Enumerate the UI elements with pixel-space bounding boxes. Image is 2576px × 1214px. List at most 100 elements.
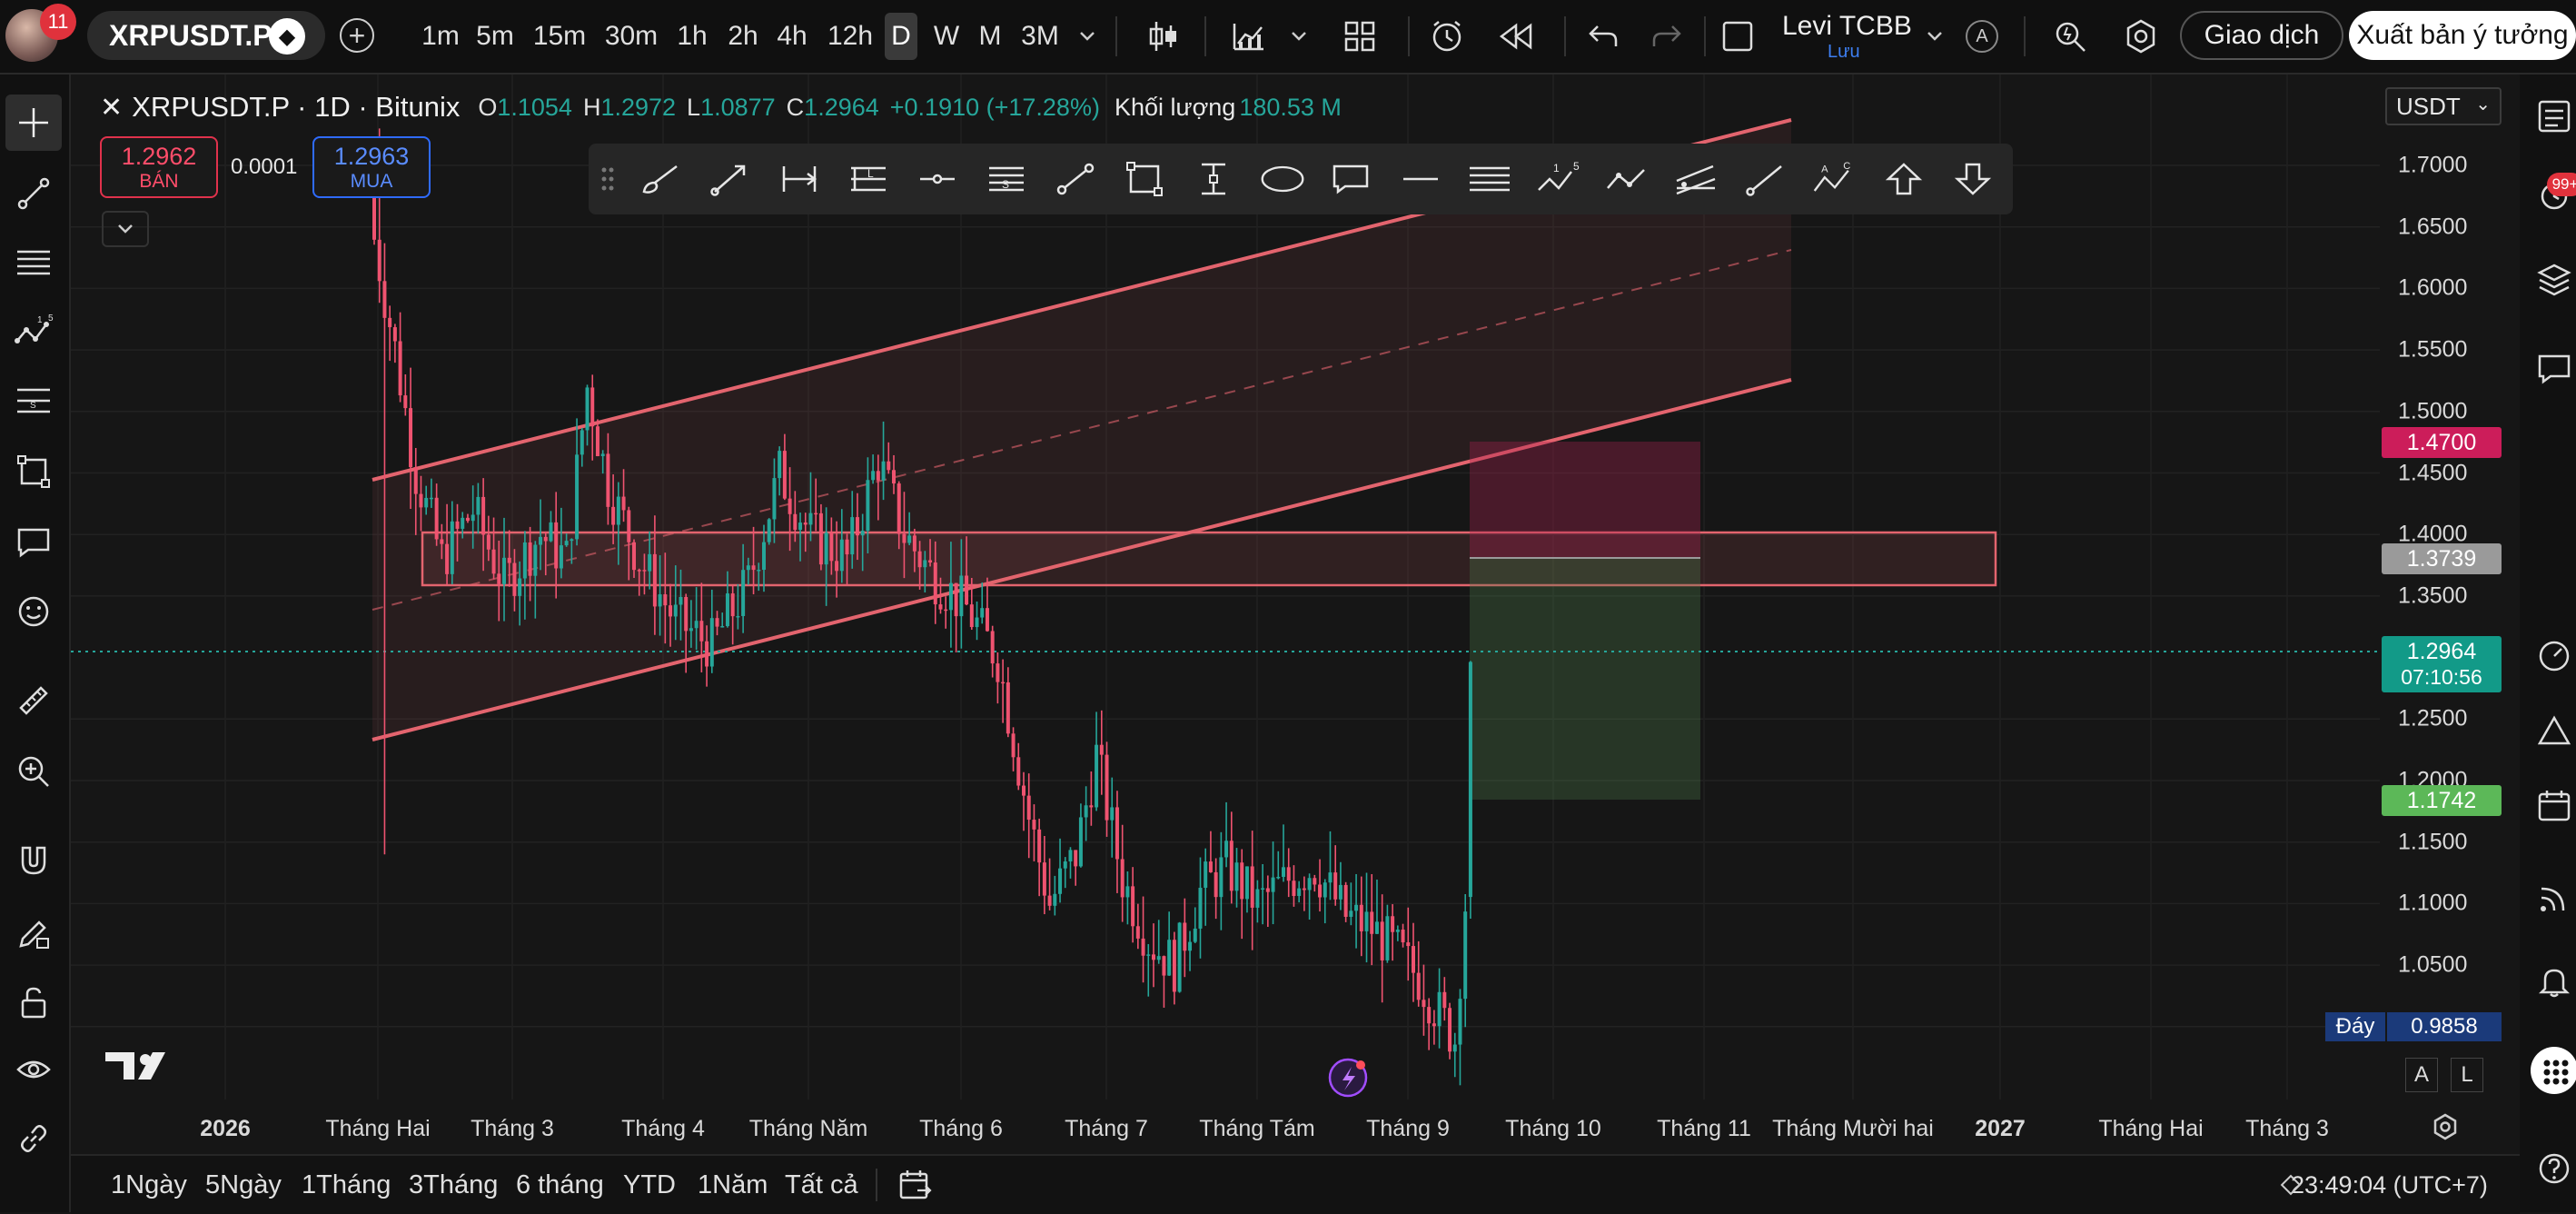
gauge-icon[interactable] — [2536, 638, 2572, 679]
currency-selector[interactable]: USDT ⌄ — [2385, 87, 2502, 125]
event-marker-icon[interactable] — [1328, 1058, 1368, 1098]
trend-line-icon[interactable] — [5, 165, 62, 222]
zoom-in-icon[interactable] — [5, 743, 62, 800]
publish-idea-button[interactable]: Xuất bản ý tưởng — [2349, 11, 2576, 60]
add-symbol-icon[interactable]: + — [340, 18, 374, 53]
trend-line-tool-icon[interactable] — [1052, 144, 1099, 214]
settings-gear-icon[interactable] — [2118, 0, 2164, 73]
help-icon[interactable] — [2536, 1150, 2572, 1191]
timezone-clock[interactable]: 23:49:04 (UTC+7) — [2291, 1156, 2488, 1214]
close-symbol-icon[interactable]: ✕ — [100, 92, 123, 124]
notification-badge[interactable]: 11 — [40, 4, 76, 40]
ruler-icon[interactable] — [5, 672, 62, 729]
buy-button[interactable]: 1.2963 MUA — [312, 136, 431, 198]
arrow-down-tool-icon[interactable] — [1949, 144, 1996, 214]
watchlist-icon[interactable] — [2536, 98, 2572, 139]
interval-2h[interactable]: 2h — [723, 13, 763, 60]
range-1d[interactable]: 1Ngày — [111, 1156, 187, 1214]
user-initial-avatar[interactable]: A — [1966, 20, 1998, 53]
forecast-icon[interactable]: S — [5, 373, 62, 429]
trade-button[interactable]: Giao dịch — [2180, 11, 2343, 60]
notifications-bell-icon[interactable] — [2536, 963, 2572, 1004]
layout-square-icon[interactable] — [1717, 0, 1759, 73]
rectangle-tool-icon[interactable] — [1121, 144, 1168, 214]
interval-15m[interactable]: 15m — [530, 13, 589, 60]
alert-clock-icon[interactable] — [1424, 0, 1470, 73]
path-tool-icon[interactable] — [1604, 144, 1651, 214]
brush-tool-icon[interactable] — [638, 144, 685, 214]
elliott-wave-tool-icon[interactable]: 15 — [1535, 144, 1582, 214]
chevron-down-icon[interactable] — [1072, 0, 1103, 73]
layout-name-button[interactable]: Levi TCBB Lưu — [1768, 9, 1922, 65]
range-ytd[interactable]: YTD — [623, 1156, 676, 1214]
interval-4h[interactable]: 4h — [772, 13, 812, 60]
sell-button[interactable]: 1.2962 BÁN — [100, 136, 218, 198]
chat-icon[interactable] — [2536, 351, 2572, 392]
chevron-down-icon[interactable] — [1920, 0, 1949, 73]
long-position-tool-icon[interactable]: L — [845, 144, 892, 214]
interval-m[interactable]: M — [972, 13, 1008, 60]
price-range-tool-icon[interactable] — [776, 144, 823, 214]
diamond-icon[interactable]: ◆ — [269, 18, 305, 55]
arrow-up-tool-icon[interactable] — [1880, 144, 1927, 214]
range-6m[interactable]: 6 tháng — [516, 1156, 604, 1214]
emoji-icon[interactable] — [5, 583, 62, 640]
stream-icon[interactable] — [2536, 880, 2572, 920]
ideas-icon[interactable] — [2536, 712, 2572, 753]
price-chart[interactable] — [71, 75, 2520, 1212]
resistance-zone-box[interactable] — [421, 531, 1997, 587]
abcd-pattern-tool-icon[interactable]: AC — [1811, 144, 1858, 214]
replay-icon[interactable] — [1493, 0, 1539, 73]
pencil-lock-icon[interactable] — [5, 905, 62, 961]
redo-icon[interactable] — [1644, 0, 1689, 73]
position-stop-zone[interactable] — [1470, 558, 1700, 800]
interval-1h[interactable]: 1h — [672, 13, 712, 60]
legend-title[interactable]: XRPUSDT.P · 1D · Bitunix — [132, 91, 460, 124]
crosshair-icon[interactable] — [5, 95, 62, 151]
link-icon[interactable] — [5, 1110, 62, 1167]
collapse-legend-button[interactable] — [102, 211, 149, 247]
callout-tool-icon[interactable] — [1328, 144, 1375, 214]
date-range-tool-icon[interactable] — [1190, 144, 1237, 214]
shapes-icon[interactable] — [5, 443, 62, 500]
interval-w[interactable]: W — [930, 13, 963, 60]
layers-icon[interactable] — [2536, 262, 2572, 303]
indicators-icon[interactable] — [1224, 0, 1273, 73]
range-1y[interactable]: 1Năm — [698, 1156, 768, 1214]
interval-30m[interactable]: 30m — [601, 13, 661, 60]
auto-scale-button[interactable]: A — [2405, 1058, 2438, 1092]
annotation-icon[interactable] — [5, 514, 62, 571]
interval-1m[interactable]: 1m — [418, 13, 463, 60]
range-3m[interactable]: 3Tháng — [409, 1156, 498, 1214]
magnet-icon[interactable] — [5, 832, 62, 889]
fib-tool-icon[interactable] — [5, 234, 62, 291]
lock-icon[interactable] — [5, 974, 62, 1030]
calendar-icon[interactable] — [2536, 787, 2572, 828]
fib-retracement-tool-icon[interactable]: S — [983, 144, 1030, 214]
chevron-down-icon[interactable] — [1284, 0, 1313, 73]
interval-12h[interactable]: 12h — [823, 13, 877, 60]
pitchfork-tool-icon[interactable] — [1673, 144, 1720, 214]
undo-icon[interactable] — [1580, 0, 1626, 73]
range-1m[interactable]: 1Tháng — [302, 1156, 391, 1214]
log-scale-button[interactable]: L — [2451, 1058, 2483, 1092]
candle-type-icon[interactable] — [1141, 0, 1186, 73]
eye-icon[interactable] — [5, 1041, 62, 1098]
horizontal-line-tool-icon[interactable] — [1397, 144, 1444, 214]
interval-d[interactable]: D — [885, 13, 917, 60]
horizontal-ray-tool-icon[interactable] — [914, 144, 961, 214]
position-target-zone[interactable] — [1470, 442, 1700, 558]
parallel-channel-tool-icon[interactable] — [1466, 144, 1513, 214]
drag-handle-icon[interactable] — [594, 144, 621, 214]
range-5d[interactable]: 5Ngày — [205, 1156, 282, 1214]
quick-search-icon[interactable] — [2047, 0, 2093, 73]
interval-3m[interactable]: 3M — [1017, 13, 1063, 60]
ray-tool-icon[interactable] — [1742, 144, 1789, 214]
apps-grid-icon[interactable] — [2531, 1047, 2576, 1094]
axis-settings-gear-icon[interactable] — [2431, 1112, 2460, 1146]
range-all[interactable]: Tất cả — [785, 1156, 858, 1214]
patterns-icon[interactable]: 15 — [5, 304, 62, 360]
ellipse-tool-icon[interactable] — [1259, 144, 1306, 214]
layout-grid-icon[interactable] — [1337, 0, 1382, 73]
goto-date-icon[interactable] — [897, 1156, 934, 1214]
